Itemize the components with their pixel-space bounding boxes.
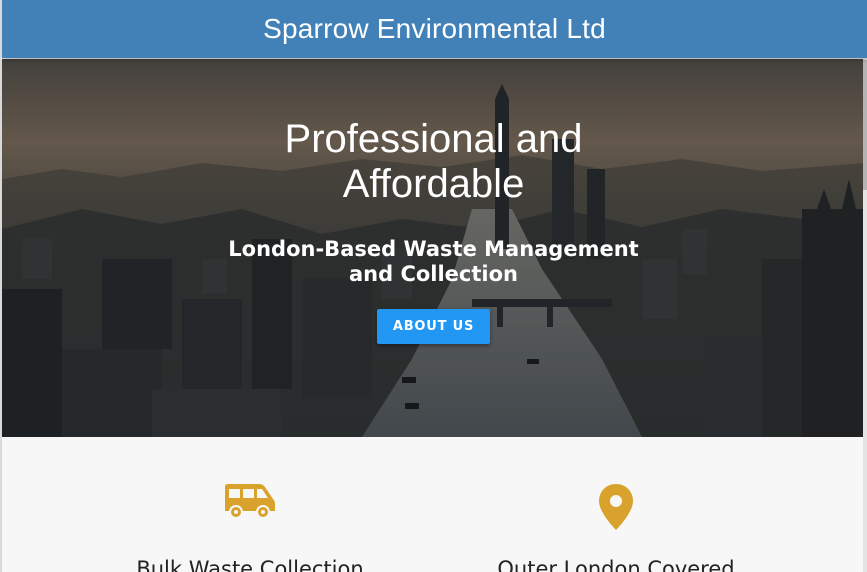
truck-icon bbox=[100, 483, 400, 531]
feature-label: Bulk Waste Collection bbox=[136, 557, 364, 572]
about-us-button[interactable]: ABOUT US bbox=[376, 309, 491, 344]
page: Sparrow Environmental Ltd Professional a… bbox=[0, 0, 867, 572]
features-section: Bulk Waste Collection Outer London Cover… bbox=[2, 437, 865, 572]
feature-label: Outer London Covered bbox=[497, 557, 735, 572]
map-pin-icon bbox=[466, 483, 766, 531]
feature-outer-london: Outer London Covered bbox=[466, 437, 766, 572]
feature-bulk-waste: Bulk Waste Collection bbox=[100, 437, 400, 572]
top-navbar: Sparrow Environmental Ltd bbox=[2, 0, 867, 58]
hero-section: Professional and Affordable London-Based… bbox=[2, 59, 865, 437]
hero-subtitle: London-Based Waste Management and Collec… bbox=[228, 237, 639, 286]
hero-title: Professional and Affordable bbox=[284, 117, 583, 206]
scrollbar-thumb[interactable] bbox=[863, 60, 867, 190]
page-scrollbar[interactable] bbox=[863, 0, 867, 572]
site-brand[interactable]: Sparrow Environmental Ltd bbox=[263, 13, 606, 45]
hero-content: Professional and Affordable London-Based… bbox=[2, 59, 865, 344]
